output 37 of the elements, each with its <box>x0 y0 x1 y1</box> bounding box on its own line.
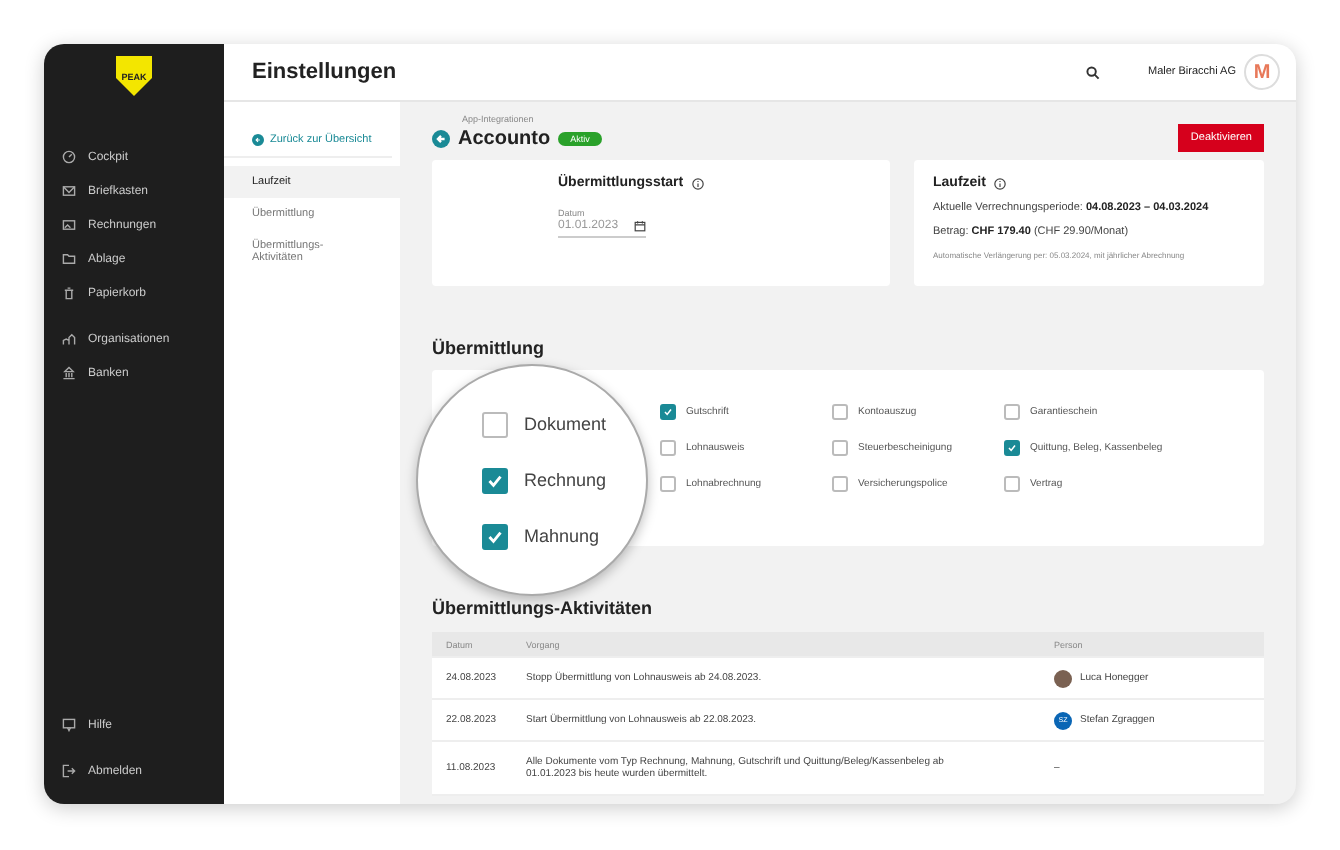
checkbox[interactable] <box>1004 404 1020 420</box>
search-icon <box>1085 65 1100 79</box>
folder-icon <box>62 252 76 266</box>
checkbox[interactable] <box>1004 440 1020 456</box>
checkbox[interactable] <box>482 523 508 549</box>
trash-icon <box>62 286 76 300</box>
checkbox[interactable] <box>1004 476 1020 492</box>
back-icon <box>252 134 264 146</box>
avatar-photo <box>1054 669 1072 687</box>
checkbox[interactable] <box>482 411 508 437</box>
checkbox-label: Mahnung <box>524 526 600 546</box>
checkbox[interactable] <box>482 467 508 493</box>
check-icon <box>662 406 674 418</box>
logout-icon <box>62 764 76 778</box>
help-icon <box>62 718 76 732</box>
section-title: Übermittlung <box>432 338 546 358</box>
buildings-icon <box>62 332 76 346</box>
checkbox-label: Dokument <box>524 414 607 434</box>
check-icon <box>1006 442 1018 454</box>
image-icon <box>62 218 76 232</box>
integration-title: Accounto <box>458 127 551 149</box>
checkbox[interactable] <box>832 440 848 456</box>
envelope-icon <box>62 184 76 198</box>
checkbox[interactable] <box>660 476 676 492</box>
info-icon <box>691 177 704 189</box>
calendar-icon <box>634 220 646 232</box>
checkbox[interactable] <box>832 476 848 492</box>
checkbox-label: Rechnung <box>524 470 607 490</box>
checkbox[interactable] <box>660 440 676 456</box>
gauge-icon <box>62 150 76 164</box>
back-arrow-icon <box>432 129 450 147</box>
checkbox[interactable] <box>660 404 676 420</box>
checkbox[interactable] <box>832 404 848 420</box>
page-title: Einstellungen <box>252 60 399 84</box>
info-icon <box>993 177 1006 189</box>
bank-icon <box>62 366 76 380</box>
section-title: Übermittlungs-Aktivitäten <box>432 598 655 618</box>
